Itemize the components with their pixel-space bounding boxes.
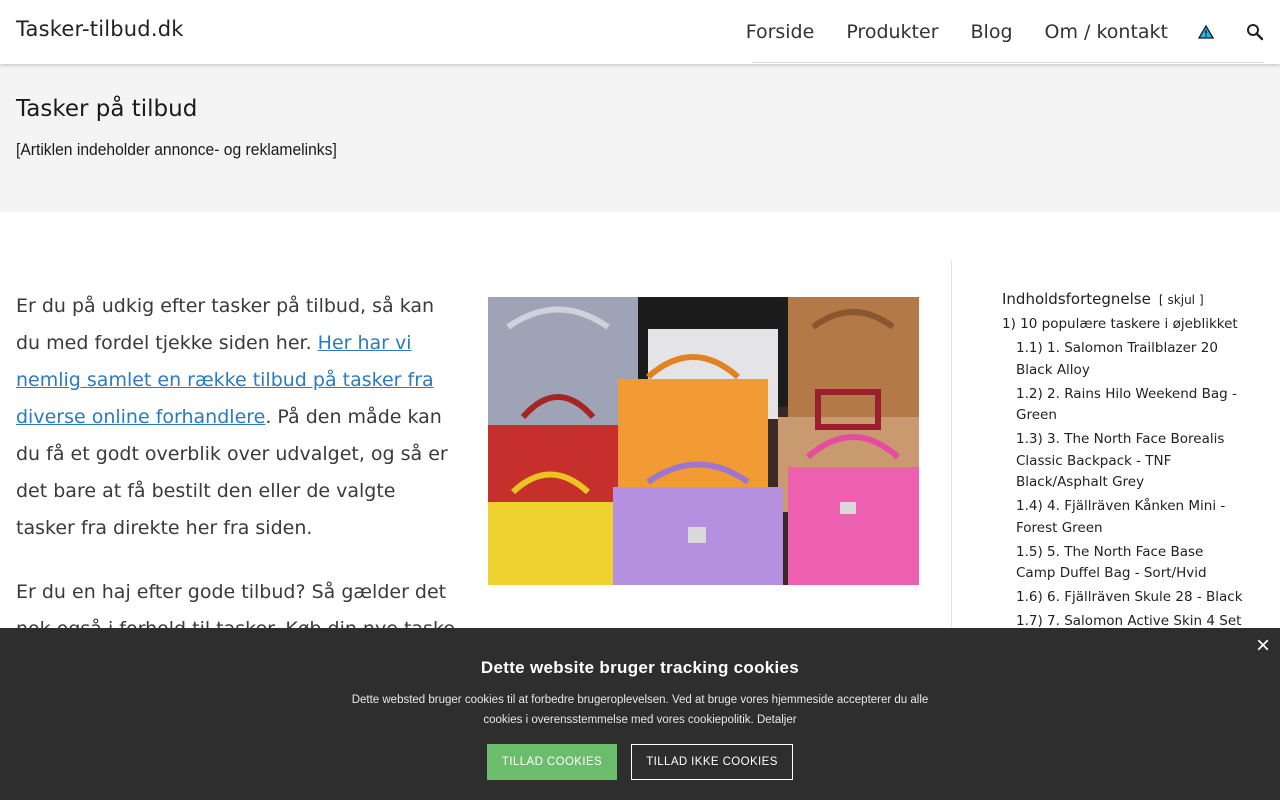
toc-item-number: 1) [1002, 316, 1016, 332]
cookie-title: Dette website bruger tracking cookies [480, 658, 800, 677]
handbags-image [488, 297, 919, 585]
page-hero: Tasker på tilbud [Artiklen indeholder an… [0, 64, 1280, 212]
sidebar-divider [951, 260, 952, 660]
close-icon[interactable]: × [1256, 632, 1270, 660]
toc-item-number: 1.4) [1016, 498, 1043, 514]
toc-item-number: 1.7) [1016, 613, 1043, 629]
toc-sub-item[interactable]: 1.6) 6. Fjällräven Skule 28 - Black [1002, 587, 1247, 609]
toc-item-label[interactable]: 3. The North Face Borealis Classic Backp… [1016, 431, 1224, 490]
site-title-link[interactable]: Tasker-tilbud.dk [16, 17, 184, 41]
toc-item-label[interactable]: 5. The North Face Base Camp Duffel Bag -… [1016, 544, 1207, 582]
toc-toggle[interactable]: [ skjul] [1159, 293, 1204, 307]
toc-item-number: 1.6) [1016, 589, 1043, 605]
cookie-message: Dette websted bruger cookies til at forb… [340, 690, 940, 730]
toc-bracket-close: ] [1199, 293, 1204, 307]
toc-bracket-open: [ [1158, 293, 1164, 307]
toc-sub-item[interactable]: 1.4) 4. Fjällräven Kånken Mini - Forest … [1002, 496, 1247, 539]
toc-sub-item[interactable]: 1.1) 1. Salomon Trailblazer 20 Black All… [1002, 338, 1247, 381]
cookie-banner: × Dette website bruger tracking cookies … [0, 628, 1280, 800]
toc-item-label[interactable]: 1. Salomon Trailblazer 20 Black Alloy [1016, 340, 1218, 378]
toc-item-label[interactable]: 4. Fjällräven Kånken Mini - Forest Green [1016, 498, 1225, 536]
table-of-contents: Indholdsfortegnelse [ skjul] 1) 10 populæ… [1002, 290, 1247, 633]
page-title: Tasker på tilbud [16, 96, 198, 122]
toc-item-label[interactable]: 2. Rains Hilo Weekend Bag - Green [1016, 386, 1237, 424]
cookie-details-link[interactable]: Detaljer [757, 714, 797, 726]
toc-sub-item[interactable]: 1.5) 5. The North Face Base Camp Duffel … [1002, 542, 1247, 585]
search-icon[interactable] [1246, 23, 1264, 41]
toc-item[interactable]: 1) 10 populære taskere i øjeblikket [1002, 314, 1247, 336]
toc-title: Indholdsfortegnelse [1002, 290, 1151, 308]
cookie-buttons: TILLAD COOKIES TILLAD IKKE COOKIES [0, 744, 1280, 780]
toc-sub-item[interactable]: 1.2) 2. Rains Hilo Weekend Bag - Green [1002, 384, 1247, 427]
warning-icon[interactable] [1198, 25, 1214, 39]
site-header: Tasker-tilbud.dk Forside Produkter Blog … [0, 0, 1280, 64]
intro-paragraph: Er du på udkig efter tasker på tilbud, s… [16, 288, 456, 547]
allow-cookies-button[interactable]: TILLAD COOKIES [487, 744, 617, 780]
main-nav: Forside Produkter Blog Om / kontakt [714, 0, 1264, 64]
nav-item-forside[interactable]: Forside [746, 21, 815, 43]
toc-item-label[interactable]: 6. Fjällräven Skule 28 - Black [1047, 589, 1242, 605]
toc-item-number: 1.5) [1016, 543, 1043, 560]
nav-item-produkter[interactable]: Produkter [846, 21, 938, 43]
ad-disclaimer: [Artiklen indeholder annonce- og reklame… [16, 140, 337, 159]
toc-sub-item[interactable]: 1.3) 3. The North Face Borealis Classic … [1002, 429, 1247, 494]
nav-underline [752, 62, 1264, 63]
article-body: Er du på udkig efter tasker på tilbud, s… [16, 288, 456, 675]
toc-header: Indholdsfortegnelse [ skjul] [1002, 290, 1247, 308]
nav-item-om-kontakt[interactable]: Om / kontakt [1045, 21, 1168, 43]
toc-item-number: 1.2) [1016, 385, 1043, 402]
toc-item-number: 1.1) [1016, 340, 1043, 356]
toc-toggle-label[interactable]: skjul [1168, 293, 1195, 307]
nav-item-blog[interactable]: Blog [971, 21, 1013, 43]
cookie-message-text: Dette websted bruger cookies til at forb… [351, 694, 929, 726]
toc-item-number: 1.3) [1016, 431, 1043, 447]
toc-item-label[interactable]: 7. Salomon Active Skin 4 Set [1047, 613, 1241, 629]
toc-item-label[interactable]: 10 populære taskere i øjeblikket [1020, 316, 1238, 332]
deny-cookies-button[interactable]: TILLAD IKKE COOKIES [631, 744, 793, 780]
